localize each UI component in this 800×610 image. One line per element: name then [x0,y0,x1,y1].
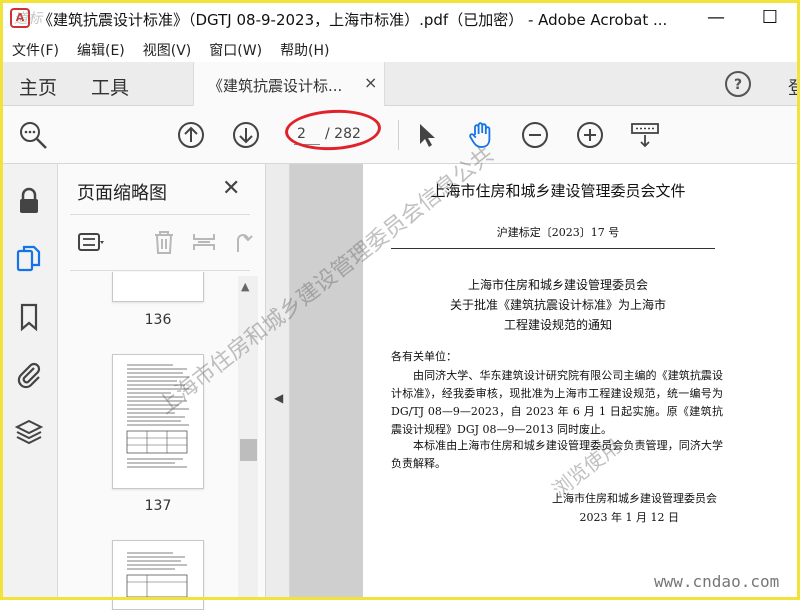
login-link[interactable]: 登 [788,74,800,100]
doc-date: 2023 年 1 月 12 日 [579,511,679,524]
menu-help[interactable]: 帮助(H) [280,36,329,62]
collapse-left-arrow-icon[interactable]: ◀ [274,391,283,405]
menu-file[interactable]: 文件(F) [12,36,59,62]
menu-bar: 文件(F) 编辑(E) 视图(V) 窗口(W) 帮助(H) [0,36,800,62]
document-tab-close-button[interactable]: × [364,73,377,92]
doc-title-line-2: 关于批准《建筑抗震设计标准》为上海市 [449,298,666,312]
panel-divider [70,270,250,271]
doc-paragraph-2: 本标准由上海市住房和城乡建设管理委员会负责管理，同济大学负责解释。 [391,439,723,470]
panel-divider [70,214,250,215]
menu-view[interactable]: 视图(V) [143,36,192,62]
thumbnail-content [126,552,188,598]
attachment-icon[interactable] [14,359,44,389]
panel-close-button[interactable]: ✕ [222,176,240,201]
scroll-up-arrow-icon[interactable]: ▲ [241,280,249,293]
panel-collapse-strip[interactable]: ◀ [266,164,290,600]
page-thumbnails-icon[interactable] [14,244,44,274]
site-watermark: www.cndao.com [654,572,780,591]
zoom-out-icon[interactable] [520,120,550,150]
toolbar-separator [398,120,399,150]
maximize-button[interactable]: ☐ [756,4,784,32]
tab-bar: 主页 工具 《建筑抗震设计标... × ? 登 [0,62,800,106]
svg-text:?: ? [734,77,742,93]
layers-icon[interactable] [14,417,44,447]
lock-icon[interactable] [14,186,44,216]
thumbnail-label-136: 136 [144,312,172,328]
doc-number: 沪建标定〔2023〕17 号 [496,226,620,239]
thumbnail-panel: 页面缩略图 ✕ 136 137 ▲ [58,164,266,610]
logo-watermark: 道标 [14,11,42,27]
next-page-icon[interactable] [231,120,261,150]
menu-window[interactable]: 窗口(W) [209,36,262,62]
panel-tools [58,220,266,264]
panel-title: 页面缩略图 [77,183,167,204]
tab-home[interactable]: 主页 [19,73,57,100]
delete-page-icon [155,231,173,254]
pdf-page: 上海市住房和城乡建设管理委员会文件 沪建标定〔2023〕17 号 上海市住房和城… [363,164,800,600]
zoom-in-icon[interactable] [575,120,605,150]
left-rail [0,164,58,600]
thumbnail-options-icon[interactable] [77,228,105,256]
doc-salutation: 各有关单位： [391,350,457,363]
toolbar: / 282 [0,106,800,164]
document-tab-label: 《建筑抗震设计标... [208,77,343,95]
rotate-page-icon [237,234,253,252]
select-cursor-icon[interactable] [412,120,442,150]
keyboard-icon[interactable] [630,120,660,150]
window-title: 《建筑抗震设计标准》（DGTJ 08-9-2023，上海市标准）.pdf（已加密… [38,11,668,29]
doc-title-line-3: 工程建设规范的通知 [503,318,612,332]
title-bar: A 道标 《建筑抗震设计标准》（DGTJ 08-9-2023，上海市标准）.pd… [0,0,800,36]
doc-rule [391,248,715,249]
thumbnail-label-137: 137 [144,498,172,514]
doc-paragraph-1: 由同济大学、华东建筑设计研究院有限公司主编的《建筑抗震设计标准》，经我委审核，现… [391,369,723,436]
previous-page-icon[interactable] [176,120,206,150]
doc-signature: 上海市住房和城乡建设管理委员会 [552,492,717,505]
help-icon[interactable]: ? [724,70,752,98]
bookmark-icon[interactable] [14,302,44,332]
zoom-search-icon[interactable] [18,120,48,150]
scrollbar-thumb[interactable] [240,439,257,461]
tab-tools[interactable]: 工具 [91,73,129,100]
insert-page-icon [193,234,215,250]
menu-edit[interactable]: 编辑(E) [77,36,125,62]
thumbnail-page-136[interactable] [112,272,204,302]
doc-title-line-1: 上海市住房和城乡建设管理委员会 [467,278,648,292]
minimize-button[interactable]: — [702,4,730,32]
tab-document[interactable]: 《建筑抗震设计标... × [193,62,385,106]
